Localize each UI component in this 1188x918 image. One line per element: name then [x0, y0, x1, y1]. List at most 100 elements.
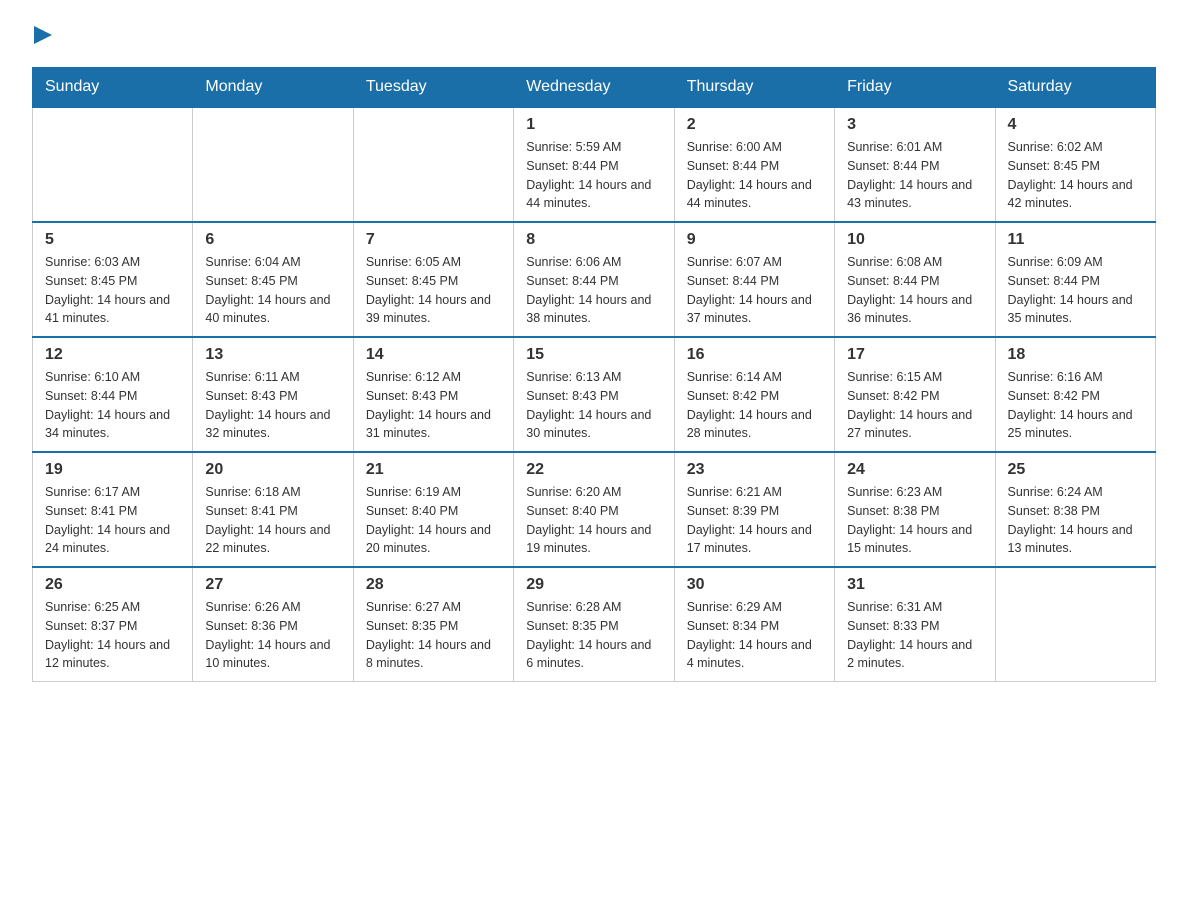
calendar-cell: 4 Sunrise: 6:02 AM Sunset: 8:45 PM Daylig… [995, 107, 1155, 222]
calendar-cell [353, 107, 513, 222]
day-info: Sunrise: 6:04 AM Sunset: 8:45 PM Dayligh… [205, 253, 340, 328]
day-info: Sunrise: 6:24 AM Sunset: 8:38 PM Dayligh… [1008, 483, 1143, 558]
calendar-cell: 2 Sunrise: 6:00 AM Sunset: 8:44 PM Daylig… [674, 107, 834, 222]
calendar-header: Sunday Monday Tuesday Wednesday Thursday… [33, 68, 1156, 108]
calendar-table: Sunday Monday Tuesday Wednesday Thursday… [32, 67, 1156, 682]
calendar-cell: 30 Sunrise: 6:29 AM Sunset: 8:34 PM Dayli… [674, 567, 834, 682]
calendar-cell: 15 Sunrise: 6:13 AM Sunset: 8:43 PM Dayli… [514, 337, 674, 452]
calendar-week-row: 19 Sunrise: 6:17 AM Sunset: 8:41 PM Dayli… [33, 452, 1156, 567]
day-info: Sunrise: 6:17 AM Sunset: 8:41 PM Dayligh… [45, 483, 180, 558]
header-thursday: Thursday [674, 68, 834, 108]
day-number: 10 [847, 231, 982, 249]
day-number: 28 [366, 576, 501, 594]
day-number: 21 [366, 461, 501, 479]
calendar-week-row: 26Sunrise: 6:25 AM Sunset: 8:37 PM Dayli… [33, 567, 1156, 682]
calendar-cell: 10 Sunrise: 6:08 AM Sunset: 8:44 PM Dayli… [835, 222, 995, 337]
day-info: Sunrise: 6:11 AM Sunset: 8:43 PM Dayligh… [205, 368, 340, 443]
calendar-cell: 14Sunrise: 6:12 AM Sunset: 8:43 PM Dayli… [353, 337, 513, 452]
day-info: Sunrise: 6:28 AM Sunset: 8:35 PM Dayligh… [526, 598, 661, 673]
header-tuesday: Tuesday [353, 68, 513, 108]
calendar-cell: 20 Sunrise: 6:18 AM Sunset: 8:41 PM Dayli… [193, 452, 353, 567]
day-number: 18 [1008, 346, 1143, 364]
day-number: 29 [526, 576, 661, 594]
day-number: 3 [847, 116, 982, 134]
day-info: Sunrise: 6:15 AM Sunset: 8:42 PM Dayligh… [847, 368, 982, 443]
day-number: 26 [45, 576, 180, 594]
calendar-cell: 26Sunrise: 6:25 AM Sunset: 8:37 PM Dayli… [33, 567, 193, 682]
calendar-cell: 3 Sunrise: 6:01 AM Sunset: 8:44 PM Daylig… [835, 107, 995, 222]
day-info: Sunrise: 6:07 AM Sunset: 8:44 PM Dayligh… [687, 253, 822, 328]
calendar-cell: 9 Sunrise: 6:07 AM Sunset: 8:44 PM Daylig… [674, 222, 834, 337]
calendar-cell [995, 567, 1155, 682]
calendar-cell: 25 Sunrise: 6:24 AM Sunset: 8:38 PM Dayli… [995, 452, 1155, 567]
calendar-cell: 22Sunrise: 6:20 AM Sunset: 8:40 PM Dayli… [514, 452, 674, 567]
day-number: 9 [687, 231, 822, 249]
day-info: Sunrise: 6:03 AM Sunset: 8:45 PM Dayligh… [45, 253, 180, 328]
calendar-cell: 12 Sunrise: 6:10 AM Sunset: 8:44 PM Dayli… [33, 337, 193, 452]
day-number: 25 [1008, 461, 1143, 479]
day-number: 24 [847, 461, 982, 479]
calendar-cell: 23 Sunrise: 6:21 AM Sunset: 8:39 PM Dayli… [674, 452, 834, 567]
calendar-cell: 19 Sunrise: 6:17 AM Sunset: 8:41 PM Dayli… [33, 452, 193, 567]
logo [32, 24, 52, 49]
calendar-cell: 5Sunrise: 6:03 AM Sunset: 8:45 PM Daylig… [33, 222, 193, 337]
calendar-cell [33, 107, 193, 222]
calendar-cell: 31Sunrise: 6:31 AM Sunset: 8:33 PM Dayli… [835, 567, 995, 682]
page-header [32, 24, 1156, 49]
day-info: Sunrise: 6:26 AM Sunset: 8:36 PM Dayligh… [205, 598, 340, 673]
calendar-week-row: 5Sunrise: 6:03 AM Sunset: 8:45 PM Daylig… [33, 222, 1156, 337]
day-info: Sunrise: 6:20 AM Sunset: 8:40 PM Dayligh… [526, 483, 661, 558]
day-info: Sunrise: 6:21 AM Sunset: 8:39 PM Dayligh… [687, 483, 822, 558]
day-number: 2 [687, 116, 822, 134]
day-info: Sunrise: 6:10 AM Sunset: 8:44 PM Dayligh… [45, 368, 180, 443]
day-info: Sunrise: 6:14 AM Sunset: 8:42 PM Dayligh… [687, 368, 822, 443]
calendar-cell: 16 Sunrise: 6:14 AM Sunset: 8:42 PM Dayli… [674, 337, 834, 452]
calendar-cell: 17 Sunrise: 6:15 AM Sunset: 8:42 PM Dayli… [835, 337, 995, 452]
calendar-cell [193, 107, 353, 222]
day-info: Sunrise: 6:16 AM Sunset: 8:42 PM Dayligh… [1008, 368, 1143, 443]
calendar-cell: 28Sunrise: 6:27 AM Sunset: 8:35 PM Dayli… [353, 567, 513, 682]
day-number: 4 [1008, 116, 1143, 134]
calendar-cell: 13 Sunrise: 6:11 AM Sunset: 8:43 PM Dayli… [193, 337, 353, 452]
day-info: Sunrise: 6:12 AM Sunset: 8:43 PM Dayligh… [366, 368, 501, 443]
day-number: 19 [45, 461, 180, 479]
day-info: Sunrise: 6:23 AM Sunset: 8:38 PM Dayligh… [847, 483, 982, 558]
header-friday: Friday [835, 68, 995, 108]
day-info: Sunrise: 6:18 AM Sunset: 8:41 PM Dayligh… [205, 483, 340, 558]
day-info: Sunrise: 6:08 AM Sunset: 8:44 PM Dayligh… [847, 253, 982, 328]
day-number: 12 [45, 346, 180, 364]
calendar-cell: 7 Sunrise: 6:05 AM Sunset: 8:45 PM Daylig… [353, 222, 513, 337]
calendar-cell: 11 Sunrise: 6:09 AM Sunset: 8:44 PM Dayli… [995, 222, 1155, 337]
day-info: Sunrise: 6:06 AM Sunset: 8:44 PM Dayligh… [526, 253, 661, 328]
day-number: 7 [366, 231, 501, 249]
calendar-cell: 21 Sunrise: 6:19 AM Sunset: 8:40 PM Dayli… [353, 452, 513, 567]
calendar-body: 1Sunrise: 5:59 AM Sunset: 8:44 PM Daylig… [33, 107, 1156, 682]
calendar-cell: 29 Sunrise: 6:28 AM Sunset: 8:35 PM Dayli… [514, 567, 674, 682]
day-info: Sunrise: 6:31 AM Sunset: 8:33 PM Dayligh… [847, 598, 982, 673]
header-monday: Monday [193, 68, 353, 108]
day-number: 30 [687, 576, 822, 594]
day-number: 20 [205, 461, 340, 479]
day-info: Sunrise: 6:09 AM Sunset: 8:44 PM Dayligh… [1008, 253, 1143, 328]
day-info: Sunrise: 6:02 AM Sunset: 8:45 PM Dayligh… [1008, 138, 1143, 213]
calendar-cell: 27 Sunrise: 6:26 AM Sunset: 8:36 PM Dayli… [193, 567, 353, 682]
day-number: 13 [205, 346, 340, 364]
day-number: 11 [1008, 231, 1143, 249]
day-info: Sunrise: 6:05 AM Sunset: 8:45 PM Dayligh… [366, 253, 501, 328]
header-wednesday: Wednesday [514, 68, 674, 108]
day-number: 23 [687, 461, 822, 479]
day-number: 15 [526, 346, 661, 364]
calendar-cell: 24 Sunrise: 6:23 AM Sunset: 8:38 PM Dayli… [835, 452, 995, 567]
day-number: 17 [847, 346, 982, 364]
day-number: 16 [687, 346, 822, 364]
day-info: Sunrise: 6:01 AM Sunset: 8:44 PM Dayligh… [847, 138, 982, 213]
day-number: 8 [526, 231, 661, 249]
day-info: Sunrise: 6:19 AM Sunset: 8:40 PM Dayligh… [366, 483, 501, 558]
header-row: Sunday Monday Tuesday Wednesday Thursday… [33, 68, 1156, 108]
day-info: Sunrise: 6:00 AM Sunset: 8:44 PM Dayligh… [687, 138, 822, 213]
day-info: Sunrise: 6:13 AM Sunset: 8:43 PM Dayligh… [526, 368, 661, 443]
day-info: Sunrise: 5:59 AM Sunset: 8:44 PM Dayligh… [526, 138, 661, 213]
day-number: 27 [205, 576, 340, 594]
logo-flag-icon [34, 26, 52, 44]
day-info: Sunrise: 6:29 AM Sunset: 8:34 PM Dayligh… [687, 598, 822, 673]
